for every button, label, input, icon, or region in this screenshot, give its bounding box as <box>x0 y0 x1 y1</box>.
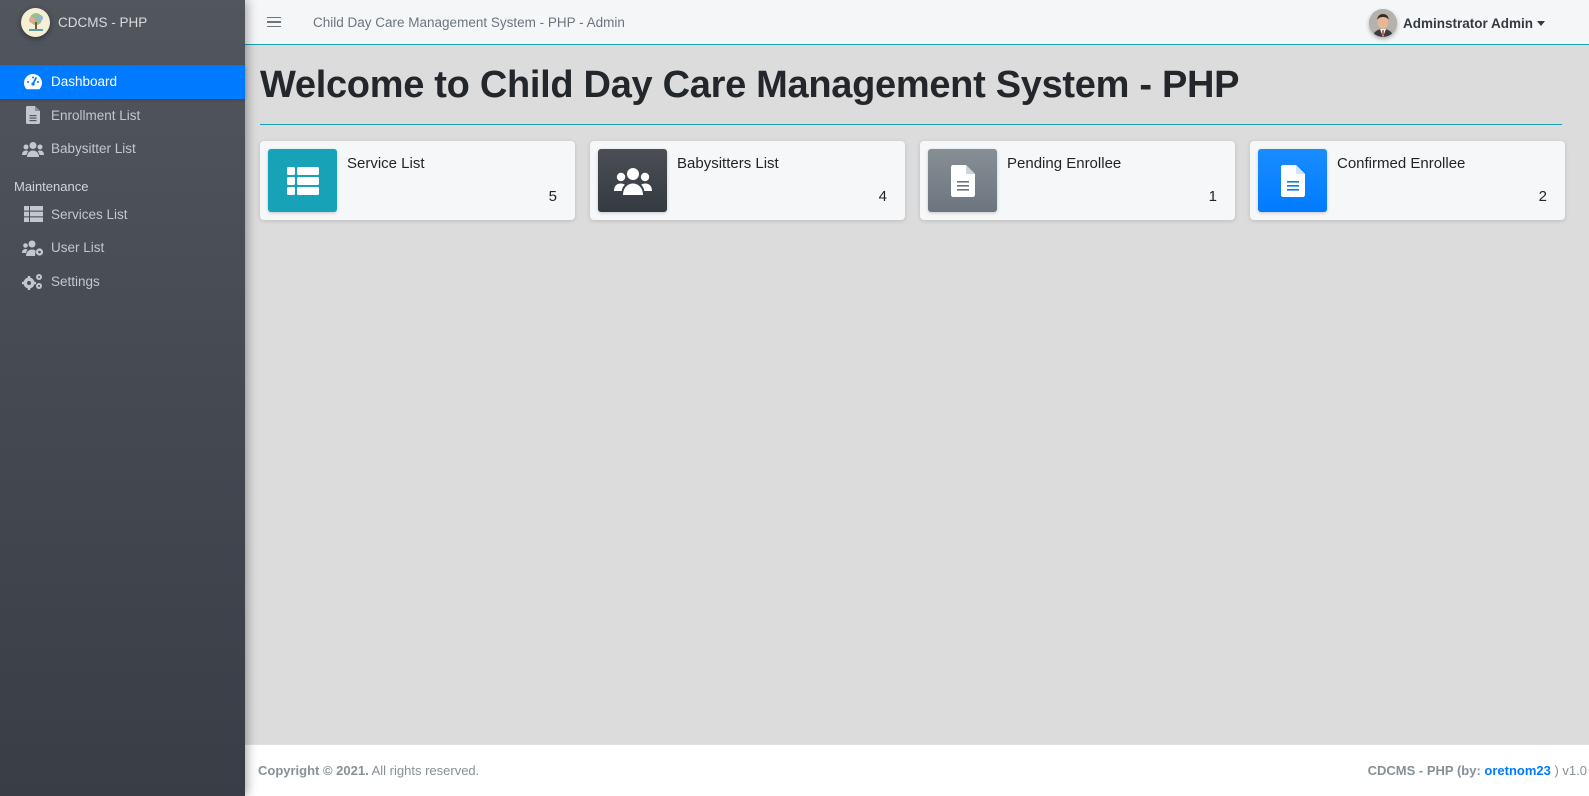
sidebar-item-user-list[interactable]: User List <box>0 231 245 265</box>
file-alt-icon <box>928 149 997 212</box>
info-box-label: Babysitters List <box>677 155 779 172</box>
sidebar-item-label: Dashboard <box>51 74 118 90</box>
sidebar-item-babysitter-list[interactable]: Babysitter List <box>0 132 245 166</box>
info-box-row: Service List 5 Babysitters List 4 Pendin… <box>260 141 1565 220</box>
title-divider <box>260 124 1562 125</box>
page-title: Welcome to Child Day Care Management Sys… <box>260 64 1240 106</box>
info-box-value: 5 <box>548 188 557 205</box>
hamburger-icon[interactable] <box>267 16 281 28</box>
caret-down-icon <box>1537 20 1545 26</box>
copyright-rest: All rights reserved. <box>368 763 480 778</box>
sidebar-item-services-list[interactable]: Services List <box>0 198 245 232</box>
avatar <box>1368 9 1397 37</box>
info-box-value: 2 <box>1538 188 1547 205</box>
main-content: Welcome to Child Day Care Management Sys… <box>245 46 1589 744</box>
tachometer-icon <box>22 72 44 92</box>
copyright-bold: Copyright © 2021. <box>258 763 369 778</box>
brand-link[interactable]: CDCMS - PHP <box>0 0 245 45</box>
sidebar-item-label: Settings <box>51 273 100 289</box>
sidebar-item-label: Babysitter List <box>51 141 136 157</box>
table-list-icon <box>22 204 44 224</box>
table-list-icon <box>268 149 337 212</box>
credit-suffix: ) v1.0 <box>1550 763 1587 778</box>
users-icon <box>22 139 44 159</box>
info-box-label: Confirmed Enrollee <box>1337 155 1466 172</box>
file-alt-icon <box>1258 149 1327 212</box>
navbar-title: Child Day Care Management System - PHP -… <box>313 14 625 30</box>
sidebar-item-settings[interactable]: Settings <box>0 265 245 299</box>
top-navbar: Child Day Care Management System - PHP -… <box>245 0 1589 45</box>
user-menu-dropdown[interactable]: Adminstrator Admin <box>1368 9 1545 37</box>
users-cog-icon <box>22 238 44 258</box>
sidebar-section-maintenance: Maintenance <box>14 178 89 194</box>
info-box-value: 1 <box>1208 188 1217 205</box>
info-box-label: Service List <box>347 155 425 172</box>
footer: Copyright © 2021. All rights reserved. C… <box>245 744 1589 796</box>
credit-prefix: CDCMS - PHP (by: <box>1367 763 1485 778</box>
sidebar: CDCMS - PHP Dashboard Enrollment List Ba… <box>0 0 245 796</box>
sidebar-item-enrollment-list[interactable]: Enrollment List <box>0 99 245 133</box>
sidebar-item-label: User List <box>51 240 105 256</box>
info-box-label: Pending Enrollee <box>1007 155 1122 172</box>
info-box-value: 4 <box>878 188 887 205</box>
author-link[interactable]: oretnom23 <box>1484 763 1550 778</box>
file-icon <box>22 105 44 125</box>
info-box-babysitters-list[interactable]: Babysitters List 4 <box>590 141 905 220</box>
sidebar-item-label: Enrollment List <box>51 107 141 123</box>
sidebar-item-label: Services List <box>51 206 128 222</box>
tree-logo-icon <box>21 7 50 37</box>
info-box-service-list[interactable]: Service List 5 <box>260 141 575 220</box>
info-box-pending-enrollee[interactable]: Pending Enrollee 1 <box>920 141 1235 220</box>
sidebar-item-dashboard[interactable]: Dashboard <box>0 65 245 99</box>
brand-name: CDCMS - PHP <box>58 14 148 30</box>
user-name: Adminstrator Admin <box>1402 15 1533 31</box>
info-box-confirmed-enrollee[interactable]: Confirmed Enrollee 2 <box>1250 141 1565 220</box>
sidebar-nav: Dashboard Enrollment List Babysitter Lis… <box>0 45 245 298</box>
copyright-text: Copyright © 2021. All rights reserved. <box>258 763 479 778</box>
cogs-icon <box>22 271 44 291</box>
credit-text: CDCMS - PHP (by: oretnom23 ) v1.0 <box>1368 763 1589 778</box>
users-icon <box>598 149 667 212</box>
